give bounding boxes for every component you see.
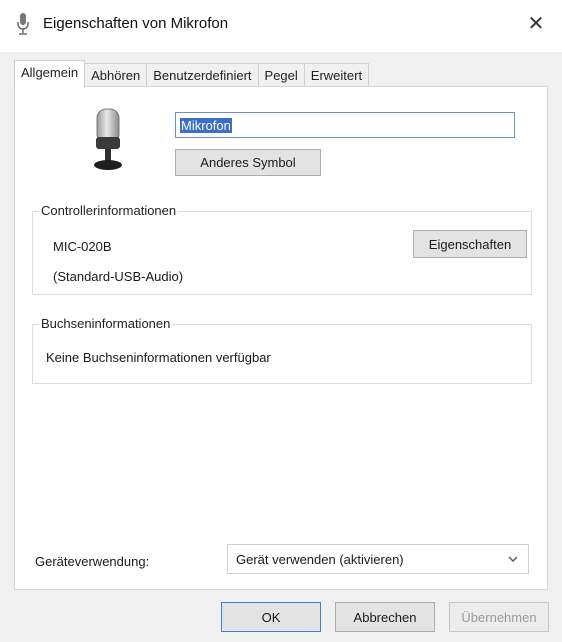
controller-properties-button[interactable]: Eigenschaften bbox=[413, 230, 527, 258]
device-name-value: Mikrofon bbox=[180, 117, 232, 133]
title-bar: Eigenschaften von Mikrofon ✕ bbox=[0, 0, 562, 52]
tab-pegel[interactable]: Pegel bbox=[257, 63, 305, 87]
jack-info-group: Buchseninformationen Keine Buchseninform… bbox=[32, 316, 532, 384]
tab-benutzerdefiniert[interactable]: Benutzerdefiniert bbox=[146, 63, 259, 87]
window-title: Eigenschaften von Mikrofon bbox=[43, 15, 229, 32]
controller-info-heading: Controllerinformationen bbox=[39, 203, 179, 218]
device-usage-select[interactable]: Gerät verwenden (aktivieren) bbox=[227, 544, 529, 574]
tab-allgemein[interactable]: Allgemein bbox=[14, 60, 86, 88]
device-name-input[interactable]: Mikrofon bbox=[175, 112, 515, 138]
change-icon-button[interactable]: Anderes Symbol bbox=[175, 149, 321, 176]
controller-model: MIC-020B bbox=[53, 239, 112, 254]
close-icon: ✕ bbox=[527, 12, 545, 35]
tab-abhoeren[interactable]: Abhören bbox=[84, 63, 148, 87]
jack-info-message: Keine Buchseninformationen verfügbar bbox=[46, 350, 271, 365]
tab-strip: Allgemein Abhören Benutzerdefiniert Pege… bbox=[14, 60, 370, 88]
device-usage-value: Gerät verwenden (aktivieren) bbox=[236, 551, 404, 567]
controller-info-group: Controllerinformationen MIC-020B (Standa… bbox=[32, 203, 532, 295]
general-tab-panel: Mikrofon Anderes Symbol Controllerinform… bbox=[14, 86, 548, 590]
properties-dialog: Eigenschaften von Mikrofon ✕ Allgemein A… bbox=[0, 0, 562, 642]
jack-info-heading: Buchseninformationen bbox=[39, 316, 173, 331]
chevron-down-icon bbox=[508, 556, 518, 562]
cancel-button[interactable]: Abbrechen bbox=[335, 602, 435, 632]
tab-erweitert[interactable]: Erweitert bbox=[303, 63, 370, 87]
microphone-icon bbox=[17, 13, 29, 35]
microphone-icon bbox=[94, 108, 122, 170]
device-usage-label: Geräteverwendung: bbox=[35, 554, 150, 569]
ok-button[interactable]: OK bbox=[221, 602, 321, 632]
controller-driver: (Standard-USB-Audio) bbox=[53, 269, 184, 284]
close-button[interactable]: ✕ bbox=[518, 6, 554, 40]
apply-button[interactable]: Übernehmen bbox=[449, 602, 549, 632]
